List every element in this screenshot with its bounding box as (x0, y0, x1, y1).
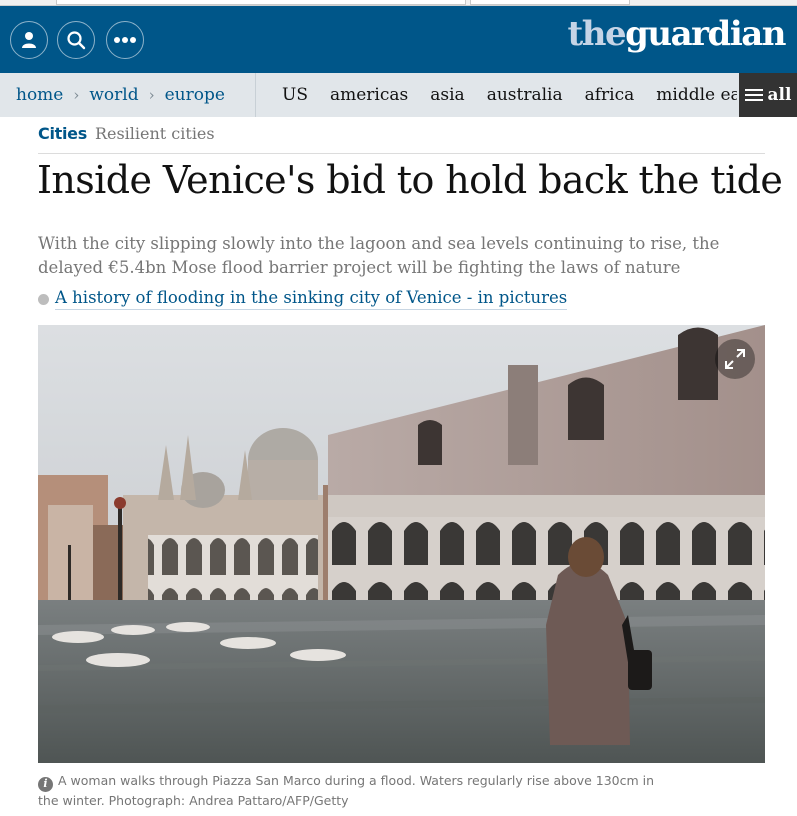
section-label[interactable]: Cities (38, 124, 87, 143)
breadcrumb-world[interactable]: world (89, 85, 138, 105)
breadcrumb: home › world › europe (0, 73, 256, 117)
edition-links: US americas asia australia africa middle… (282, 73, 737, 117)
series-label[interactable]: Resilient cities (95, 124, 215, 143)
main-image[interactable] (38, 325, 765, 763)
address-bar[interactable] (56, 0, 466, 5)
nav-link-australia[interactable]: australia (487, 85, 563, 105)
more-button[interactable] (106, 21, 144, 59)
standfirst: With the city slipping slowly into the l… (38, 234, 720, 277)
nav-link-asia[interactable]: asia (430, 85, 464, 105)
related-link-row: A history of flooding in the sinking cit… (38, 288, 568, 310)
related-gallery-link[interactable]: A history of flooding in the sinking cit… (55, 288, 568, 310)
menu-icon (744, 89, 763, 101)
chevron-right-icon: › (148, 86, 155, 104)
info-icon: i (38, 776, 53, 792)
article-kicker: Cities Resilient cities (38, 124, 215, 143)
divider (38, 153, 765, 154)
masthead: theguardian (0, 6, 797, 73)
more-icon (114, 37, 136, 43)
expand-image-button[interactable] (715, 339, 755, 379)
venice-flood-photo (38, 325, 765, 763)
nav-link-us[interactable]: US (282, 85, 308, 105)
search-icon (67, 31, 86, 50)
breadcrumb-home[interactable]: home (16, 85, 63, 105)
bullet-icon (38, 293, 49, 305)
guardian-logo[interactable]: theguardian (567, 12, 787, 56)
headline: Inside Venice's bid to hold back the tid… (37, 158, 783, 202)
image-caption: iA woman walks through Piazza San Marco … (38, 772, 678, 810)
browser-search-box[interactable] (470, 0, 630, 5)
caption-text: A woman walks through Piazza San Marco d… (38, 773, 655, 808)
nav-link-africa[interactable]: africa (585, 85, 635, 105)
nav-link-middle-east[interactable]: middle eas (656, 85, 737, 105)
search-button[interactable] (57, 21, 95, 59)
all-sections-button[interactable]: all (739, 73, 797, 117)
section-nav: home › world › europe US americas asia a… (0, 73, 797, 117)
logo-guardian: guardian (625, 14, 786, 54)
profile-icon (22, 32, 36, 48)
profile-button[interactable] (10, 21, 48, 59)
nav-link-americas[interactable]: americas (330, 85, 408, 105)
logo-the: the (567, 14, 627, 54)
breadcrumb-europe[interactable]: europe (165, 85, 225, 105)
chevron-right-icon: › (73, 86, 80, 104)
all-label: all (767, 85, 792, 105)
expand-icon (725, 349, 745, 369)
